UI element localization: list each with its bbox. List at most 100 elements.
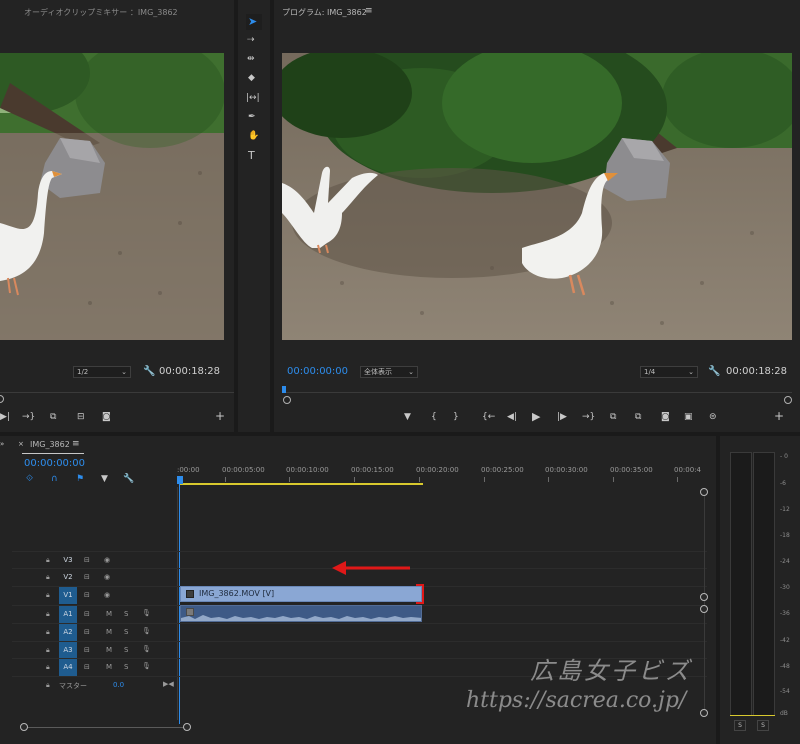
mark-out-icon[interactable]: } [453,413,459,422]
sync-lock-icon[interactable]: ⊟ [84,591,90,599]
track-target-label[interactable]: A2 [59,624,77,641]
camera-icon[interactable]: ◙ [661,413,670,422]
source-playhead-knob[interactable] [0,395,4,403]
go-to-end-icon[interactable]: ▶◀ [163,680,174,688]
work-area-bar[interactable] [180,483,423,485]
hand-tool-icon[interactable]: ✋ [248,132,259,141]
add-marker-icon[interactable]: ▼ [101,475,108,484]
panel-menu-icon[interactable]: ≡ [72,440,80,449]
track-target-label[interactable]: A4 [59,659,77,676]
scrollbar-knob-mid1[interactable] [700,593,708,601]
add-button-icon[interactable]: + [215,410,225,422]
solo-button[interactable]: S [124,628,128,636]
track-select-tool-icon[interactable]: ⇢ [247,36,255,45]
eye-icon[interactable]: ◉ [104,556,110,564]
playhead-handle[interactable] [177,476,183,484]
hscroll-knob-left[interactable] [20,723,28,731]
track-target-label[interactable]: V3 [59,552,77,569]
track-target-label[interactable]: A3 [59,642,77,659]
program-time-ruler[interactable] [282,392,792,393]
track-target-label[interactable]: V2 [59,569,77,586]
wrench-icon[interactable]: 🔧 [708,367,720,377]
lock-icon[interactable]: 🔒︎ [46,610,50,619]
linked-selection-icon[interactable]: ⚑ [76,475,84,484]
hscroll-knob-right[interactable] [183,723,191,731]
scrollbar-knob-mid2[interactable] [700,605,708,613]
solo-button-left[interactable]: S [734,720,746,731]
program-resolution-dropdown[interactable]: 1/4 ⌄ [640,366,698,378]
mark-in-icon[interactable]: { [431,413,437,422]
timeline-horizontal-scrollbar[interactable] [24,727,188,728]
wrench-icon[interactable]: 🔧 [143,367,155,377]
microphone-icon[interactable]: 🎙︎ [142,627,151,635]
vr-video-icon[interactable]: ⊜ [709,413,717,422]
overwrite-icon[interactable]: ⊟ [77,413,85,422]
extract-icon[interactable]: ⧉ [635,413,641,422]
lock-icon[interactable]: 🔒︎ [46,573,50,582]
add-button-icon[interactable]: + [774,410,784,422]
step-forward-icon[interactable]: ▶| [0,413,10,422]
close-tab-icon[interactable]: × [18,440,24,449]
video-clip[interactable]: IMG_3862.MOV [V] [180,586,422,602]
panel-overflow-icon[interactable]: » [0,440,4,449]
source-monitor-title[interactable]: オーディオクリップミキサー ：IMG_3862 [24,7,178,18]
insert-icon[interactable]: ⧉ [50,413,56,422]
lock-icon[interactable]: 🔒︎ [46,663,50,672]
add-marker-icon[interactable]: ▼ [404,413,411,422]
lock-icon[interactable]: 🔒︎ [46,591,50,600]
slip-tool-icon[interactable]: |↔| [246,94,260,103]
sync-lock-icon[interactable]: ⊟ [84,556,90,564]
track-target-label[interactable]: V1 [59,587,77,604]
source-resolution-dropdown[interactable]: 1/2 ⌄ [73,366,131,378]
step-forward-icon[interactable]: |▶ [557,413,567,422]
clip-trim-handle[interactable] [416,584,424,604]
selection-tool-icon[interactable]: ➤ [248,16,257,27]
panel-menu-icon[interactable]: ≡ [365,7,373,16]
eye-icon[interactable]: ◉ [104,573,110,581]
type-tool-icon[interactable]: T [248,150,255,161]
eye-icon[interactable]: ◉ [104,591,110,599]
sequence-tab[interactable]: IMG_3862 [30,440,70,449]
mute-button[interactable]: M [106,628,112,636]
settings-wrench-icon[interactable]: 🔧 [123,475,134,484]
step-back-icon[interactable]: ◀| [507,413,517,422]
solo-button[interactable]: S [124,646,128,654]
nest-sequence-icon[interactable]: ⟐ [26,475,33,484]
lock-icon[interactable]: 🔒︎ [46,646,50,655]
source-time-ruler[interactable] [0,392,234,393]
timeline-timecode[interactable]: 00:00:00:00 [24,458,85,469]
mute-button[interactable]: M [106,663,112,671]
mute-button[interactable]: M [106,610,112,618]
master-volume-value[interactable]: 0.0 [113,681,124,689]
program-scroll-knob-right[interactable] [784,396,792,404]
program-zoom-dropdown[interactable]: 全体表示 ⌄ [360,366,418,378]
lock-icon[interactable]: 🔒︎ [46,556,50,565]
solo-button-right[interactable]: S [757,720,769,731]
sync-lock-icon[interactable]: ⊟ [84,610,90,618]
ripple-edit-tool-icon[interactable]: ⇹ [247,55,255,64]
program-playhead-marker[interactable] [282,386,286,393]
lift-icon[interactable]: ⧉ [610,413,616,422]
timeline-vertical-scrollbar[interactable] [704,490,705,716]
lock-icon[interactable]: 🔒︎ [46,628,50,637]
microphone-icon[interactable]: 🎙︎ [142,645,151,653]
go-to-in-icon[interactable]: {← [482,413,495,422]
comparison-view-icon[interactable]: ▣ [684,413,693,422]
scrollbar-knob-bottom[interactable] [700,709,708,717]
go-to-out-icon[interactable]: →} [582,413,595,422]
solo-button[interactable]: S [124,663,128,671]
program-timecode[interactable]: 00:00:00:00 [287,366,348,377]
audio-track-row[interactable]: 🔒︎ A2 ⊟ M S 🎙︎ [12,623,707,641]
track-target-label[interactable]: A1 [59,606,77,623]
go-to-out-icon[interactable]: →} [22,413,35,422]
microphone-icon[interactable]: 🎙︎ [142,609,151,617]
program-scroll-knob-left[interactable] [283,396,291,404]
audio-clip[interactable] [180,605,422,622]
solo-button[interactable]: S [124,610,128,618]
razor-tool-icon[interactable]: ◆ [248,74,255,83]
program-monitor-title[interactable]: プログラム: IMG_3862 [282,7,367,18]
microphone-icon[interactable]: 🎙︎ [142,662,151,670]
camera-icon[interactable]: ◙ [102,413,111,422]
play-icon[interactable]: ▶ [532,411,540,422]
sync-lock-icon[interactable]: ⊟ [84,663,90,671]
